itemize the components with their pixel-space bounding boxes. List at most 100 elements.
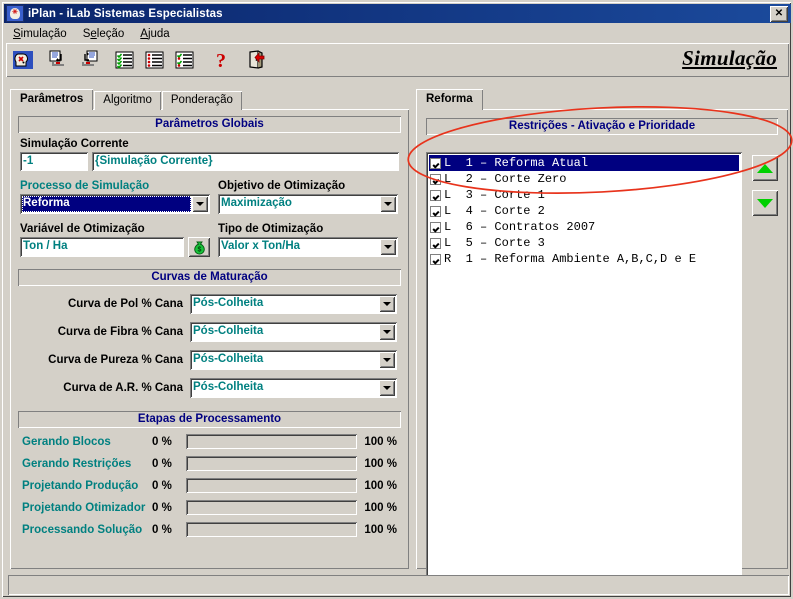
etapa-progressbar-2 (186, 478, 357, 493)
tab-reforma[interactable]: Reforma (416, 89, 483, 110)
label-variavel-otimizacao: Variável de Otimização (20, 223, 145, 235)
restricao-dash: – (472, 252, 495, 266)
objetivo-otimizacao-combo[interactable]: Maximização (218, 194, 398, 214)
etapa-row: Projetando Otimizador 0 % 100 % (22, 500, 397, 515)
new-simulation-icon[interactable] (10, 46, 36, 74)
restricoes-listbox[interactable]: L 1 – Reforma Atual L 2 – Corte Zero L 3 –… (426, 152, 742, 580)
list-check-green-icon[interactable] (112, 46, 138, 74)
chevron-down-icon[interactable] (379, 352, 395, 368)
label-etapa-2: Projetando Produção (22, 479, 139, 492)
processo-objetivo-row: Processo de Simulação Reforma Objetivo d… (20, 180, 399, 214)
move-up-button[interactable] (752, 155, 778, 181)
curvas-list: Curva de Pol % Cana Pós-Colheita Curva de … (22, 294, 397, 398)
move-down-button[interactable] (752, 190, 778, 216)
restricao-sep-a (451, 204, 465, 218)
chevron-down-icon[interactable] (379, 324, 395, 340)
restricao-checkbox-3[interactable] (430, 205, 441, 217)
label-etapa-0: Gerando Blocos (22, 435, 111, 448)
restricao-num-2: 3 (465, 188, 473, 202)
restricao-sep-a (451, 252, 465, 266)
etapa-progressbar-4 (186, 522, 357, 537)
processo-simulacao-combo[interactable]: Reforma (20, 194, 210, 214)
restricao-num-4: 6 (465, 220, 473, 234)
tab-ponderacao[interactable]: Ponderação (161, 91, 242, 110)
simulacao-corrente-name-input[interactable]: {Simulação Corrente} (92, 152, 399, 171)
restricao-row[interactable]: L 4 – Corte 2 (429, 203, 739, 219)
restricao-row[interactable]: L 1 – Reforma Atual (429, 155, 739, 171)
restricao-sep-a (451, 172, 465, 186)
restricao-row[interactable]: L 3 – Corte 1 (429, 187, 739, 203)
menu-item-selecao[interactable]: Seleção (75, 27, 133, 41)
curva-combo-2[interactable]: Pós-Colheita (190, 350, 397, 370)
restricao-tipo-6: R (444, 252, 452, 266)
export-icon[interactable] (76, 46, 102, 74)
restricao-row[interactable]: L 6 – Contratos 2007 (429, 219, 739, 235)
curva-combo-3[interactable]: Pós-Colheita (190, 378, 397, 398)
left-tab-row: Parâmetros Algoritmo Ponderação (10, 89, 409, 110)
restricao-dash: – (472, 236, 495, 250)
window-title: iPlan - iLab Sistemas Especialistas (28, 7, 223, 20)
restricao-tipo-1: L (444, 172, 452, 186)
restricao-dash: – (472, 220, 495, 234)
restricao-num-0: 1 (465, 156, 473, 170)
triangle-up-icon (757, 163, 773, 173)
chevron-down-icon[interactable] (380, 196, 396, 212)
restricao-checkbox-1[interactable] (430, 173, 441, 185)
restricao-checkbox-5[interactable] (430, 237, 441, 249)
toolbar: ? (6, 43, 789, 77)
right-tab-row: Reforma (416, 89, 788, 110)
restricao-row[interactable]: L 2 – Corte Zero (429, 171, 739, 187)
etapa-row: Gerando Restrições 0 % 100 % (22, 456, 397, 471)
svg-text:?: ? (216, 50, 226, 70)
brand-heading: Simulação (682, 46, 777, 70)
chevron-down-icon[interactable] (192, 196, 208, 212)
etapa-max-3: 100 % (364, 501, 397, 514)
import-icon[interactable] (46, 46, 72, 74)
exit-door-icon[interactable] (244, 46, 270, 74)
restricao-nome-0: Reforma Atual (494, 156, 589, 170)
tab-algoritmo[interactable]: Algoritmo (94, 91, 161, 110)
restricao-sep-a (451, 236, 465, 250)
label-etapa-3: Projetando Otimizador (22, 501, 146, 514)
left-tab-panel: Parâmetros Algoritmo Ponderação Parâmetr… (10, 89, 409, 569)
status-bar (8, 575, 789, 595)
restricao-nome-2: Corte 1 (494, 188, 545, 202)
restricao-checkbox-4[interactable] (430, 221, 441, 233)
chevron-down-icon[interactable] (379, 296, 395, 312)
label-etapa-1: Gerando Restrições (22, 457, 132, 470)
label-curva-2: Curva de Pureza % Cana (48, 354, 183, 366)
restricao-checkbox-6[interactable] (430, 253, 441, 265)
close-button[interactable]: ✕ (770, 5, 788, 22)
right-tab-body: Restrições - Ativação e Prioridade L 1 –… (416, 109, 788, 580)
list-bullets-icon[interactable] (142, 46, 168, 74)
curva-combo-0[interactable]: Pós-Colheita (190, 294, 397, 314)
menu-item-simulacao[interactable]: Simulação (5, 27, 75, 41)
etapa-min-4: 0 % (152, 523, 172, 536)
restricao-row[interactable]: R 1 – Reforma Ambiente A,B,C,D e E (429, 251, 739, 267)
tab-parametros[interactable]: Parâmetros (10, 89, 94, 110)
tipo-otimizacao-combo[interactable]: Valor x Ton/Ha (218, 237, 398, 257)
restricao-tipo-3: L (444, 204, 452, 218)
chevron-down-icon[interactable] (379, 380, 395, 396)
restricao-sep-a (451, 188, 465, 202)
restricao-num-5: 5 (465, 236, 473, 250)
variavel-otimizacao-input[interactable]: Ton / Ha (20, 237, 184, 257)
money-bag-icon[interactable]: $ (188, 237, 210, 257)
curva-combo-1[interactable]: Pós-Colheita (190, 322, 397, 342)
restricao-nome-5: Corte 3 (494, 236, 545, 250)
list-check-mixed-icon[interactable] (172, 46, 198, 74)
curva-value-2: Pós-Colheita (193, 353, 264, 365)
restricao-checkbox-0[interactable] (430, 157, 441, 169)
curva-value-0: Pós-Colheita (193, 297, 264, 309)
etapa-max-4: 100 % (364, 523, 397, 536)
menu-bar: Simulação Seleção Ajuda (5, 25, 790, 42)
etapa-progressbar-1 (186, 456, 357, 471)
curva-row: Curva de Pureza % Cana Pós-Colheita (22, 350, 397, 370)
menu-item-ajuda[interactable]: Ajuda (132, 27, 177, 41)
restricao-row[interactable]: L 5 – Corte 3 (429, 235, 739, 251)
restricao-dash: – (472, 156, 495, 170)
chevron-down-icon[interactable] (380, 239, 396, 255)
help-question-icon[interactable]: ? (208, 46, 234, 74)
simulacao-corrente-id-input[interactable]: -1 (20, 152, 88, 171)
restricao-checkbox-2[interactable] (430, 189, 441, 201)
